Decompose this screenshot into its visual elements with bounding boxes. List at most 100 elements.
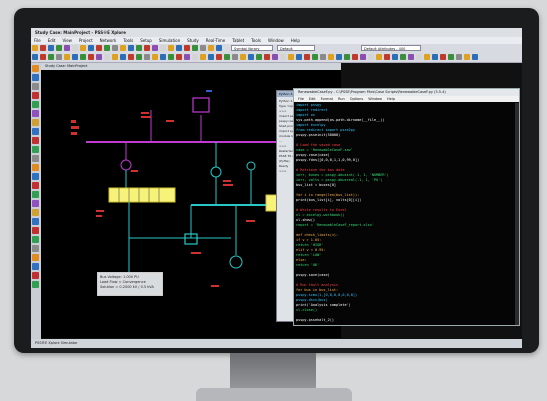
toolbar-tool-icon[interactable] bbox=[176, 54, 182, 60]
editor-menu-help[interactable]: Help bbox=[387, 97, 395, 101]
toolbar-tool-icon[interactable] bbox=[344, 54, 350, 60]
palette-tool-icon[interactable] bbox=[32, 137, 39, 144]
toolbar-tool-icon[interactable] bbox=[472, 54, 478, 60]
toolbar-tool-icon[interactable] bbox=[440, 54, 446, 60]
palette-tool-icon[interactable] bbox=[32, 281, 39, 288]
toolbar-tool-icon[interactable] bbox=[208, 45, 214, 51]
toolbar-tool-icon[interactable] bbox=[368, 54, 374, 60]
toolbar-tool-icon[interactable] bbox=[424, 54, 430, 60]
menu-item-project[interactable]: Project bbox=[79, 38, 93, 43]
palette-tool-icon[interactable] bbox=[32, 245, 39, 252]
palette-tool-icon[interactable] bbox=[32, 119, 39, 126]
toolbar-tool-icon[interactable] bbox=[152, 54, 158, 60]
toolbar-tool-icon[interactable] bbox=[88, 54, 94, 60]
editor-menu-file[interactable]: File bbox=[298, 97, 304, 101]
toolbar-tool-icon[interactable] bbox=[176, 45, 182, 51]
toolbar-tool-icon[interactable] bbox=[224, 54, 230, 60]
toolbar-tool-icon[interactable] bbox=[56, 45, 62, 51]
palette-tool-icon[interactable] bbox=[32, 182, 39, 189]
toolbar-tool-icon[interactable] bbox=[416, 54, 422, 60]
toolbar-tool-icon[interactable] bbox=[160, 45, 166, 51]
editor-scrollbar[interactable] bbox=[515, 103, 519, 325]
toolbar-tool-icon[interactable] bbox=[192, 45, 198, 51]
toolbar-tool-icon[interactable] bbox=[192, 54, 198, 60]
toolbar-tool-icon[interactable] bbox=[88, 45, 94, 51]
toolbar-tool-icon[interactable] bbox=[392, 54, 398, 60]
toolbar-tool-icon[interactable] bbox=[64, 45, 70, 51]
toolbar-tool-icon[interactable] bbox=[464, 54, 470, 60]
toolbar-tool-icon[interactable] bbox=[96, 54, 102, 60]
palette-tool-icon[interactable] bbox=[32, 110, 39, 117]
palette-tool-icon[interactable] bbox=[32, 146, 39, 153]
toolbar-tool-icon[interactable] bbox=[72, 45, 78, 51]
toolbar-tool-icon[interactable] bbox=[64, 54, 70, 60]
menu-item-simulation[interactable]: Simulation bbox=[159, 38, 180, 43]
toolbar-tool-icon[interactable] bbox=[144, 45, 150, 51]
toolbar-tool-icon[interactable] bbox=[144, 54, 150, 60]
menu-item-network[interactable]: Network bbox=[100, 38, 117, 43]
toolbar-tool-icon[interactable] bbox=[448, 54, 454, 60]
toolbar-tool-icon[interactable] bbox=[104, 45, 110, 51]
toolbar-tool-icon[interactable] bbox=[184, 45, 190, 51]
toolbar-tool-icon[interactable] bbox=[264, 54, 270, 60]
toolbar-tool-icon[interactable] bbox=[232, 54, 238, 60]
palette-tool-icon[interactable] bbox=[32, 92, 39, 99]
toolbar-tool-icon[interactable] bbox=[112, 54, 118, 60]
toolbar-tool-icon[interactable] bbox=[32, 54, 38, 60]
toolbar-tool-icon[interactable] bbox=[56, 54, 62, 60]
toolbar-tool-icon[interactable] bbox=[208, 54, 214, 60]
style-combo[interactable]: Default bbox=[277, 45, 315, 51]
palette-tool-icon[interactable] bbox=[32, 263, 39, 270]
toolbar-tool-icon[interactable] bbox=[248, 54, 254, 60]
symbol-library-combo[interactable]: Symbol library bbox=[231, 45, 273, 51]
palette-tool-icon[interactable] bbox=[32, 191, 39, 198]
toolbar-tool-icon[interactable] bbox=[256, 54, 262, 60]
toolbar-tool-icon[interactable] bbox=[352, 54, 358, 60]
toolbar-tool-icon[interactable] bbox=[80, 45, 86, 51]
toolbar-tool-icon[interactable] bbox=[328, 54, 334, 60]
editor-menu-options[interactable]: Options bbox=[350, 97, 364, 101]
toolbar-tool-icon[interactable] bbox=[336, 54, 342, 60]
toolbar-tool-icon[interactable] bbox=[304, 54, 310, 60]
toolbar-tool-icon[interactable] bbox=[168, 54, 174, 60]
toolbar-tool-icon[interactable] bbox=[200, 45, 206, 51]
toolbar-tool-icon[interactable] bbox=[384, 54, 390, 60]
palette-tool-icon[interactable] bbox=[32, 236, 39, 243]
menu-item-tools[interactable]: Tools bbox=[251, 38, 261, 43]
menu-item-setup[interactable]: Setup bbox=[140, 38, 152, 43]
toolbar-tool-icon[interactable] bbox=[136, 54, 142, 60]
toolbar-tool-icon[interactable] bbox=[168, 45, 174, 51]
menu-item-view[interactable]: View bbox=[62, 38, 72, 43]
editor-menu-window[interactable]: Window bbox=[368, 97, 382, 101]
toolbar-tool-icon[interactable] bbox=[72, 54, 78, 60]
toolbar-tool-icon[interactable] bbox=[240, 54, 246, 60]
attributes-combo[interactable]: Default Attributes - 400 bbox=[361, 45, 421, 51]
toolbar-tool-icon[interactable] bbox=[200, 54, 206, 60]
editor-menu-edit[interactable]: Edit bbox=[309, 97, 316, 101]
menu-item-file[interactable]: File bbox=[34, 38, 41, 43]
menu-item-window[interactable]: Window bbox=[268, 38, 284, 43]
palette-tool-icon[interactable] bbox=[32, 128, 39, 135]
toolbar-tool-icon[interactable] bbox=[456, 54, 462, 60]
palette-tool-icon[interactable] bbox=[32, 83, 39, 90]
palette-tool-icon[interactable] bbox=[32, 272, 39, 279]
menu-item-help[interactable]: Help bbox=[291, 38, 300, 43]
toolbar-tool-icon[interactable] bbox=[136, 45, 142, 51]
toolbar-tool-icon[interactable] bbox=[48, 45, 54, 51]
palette-tool-icon[interactable] bbox=[32, 74, 39, 81]
palette-tool-icon[interactable] bbox=[32, 218, 39, 225]
toolbar-tool-icon[interactable] bbox=[288, 54, 294, 60]
toolbar-tool-icon[interactable] bbox=[432, 54, 438, 60]
editor-menu-format[interactable]: Format bbox=[321, 97, 333, 101]
toolbar-tool-icon[interactable] bbox=[40, 54, 46, 60]
toolbar-tool-icon[interactable] bbox=[112, 45, 118, 51]
menu-item-tools[interactable]: Tools bbox=[123, 38, 133, 43]
menu-item-tablet[interactable]: Tablet bbox=[232, 38, 244, 43]
toolbar-tool-icon[interactable] bbox=[216, 54, 222, 60]
toolbar-tool-icon[interactable] bbox=[184, 54, 190, 60]
menu-item-study[interactable]: Study bbox=[187, 38, 199, 43]
toolbar-tool-icon[interactable] bbox=[400, 54, 406, 60]
toolbar-tool-icon[interactable] bbox=[32, 45, 38, 51]
toolbar-tool-icon[interactable] bbox=[40, 45, 46, 51]
toolbar-tool-icon[interactable] bbox=[296, 54, 302, 60]
